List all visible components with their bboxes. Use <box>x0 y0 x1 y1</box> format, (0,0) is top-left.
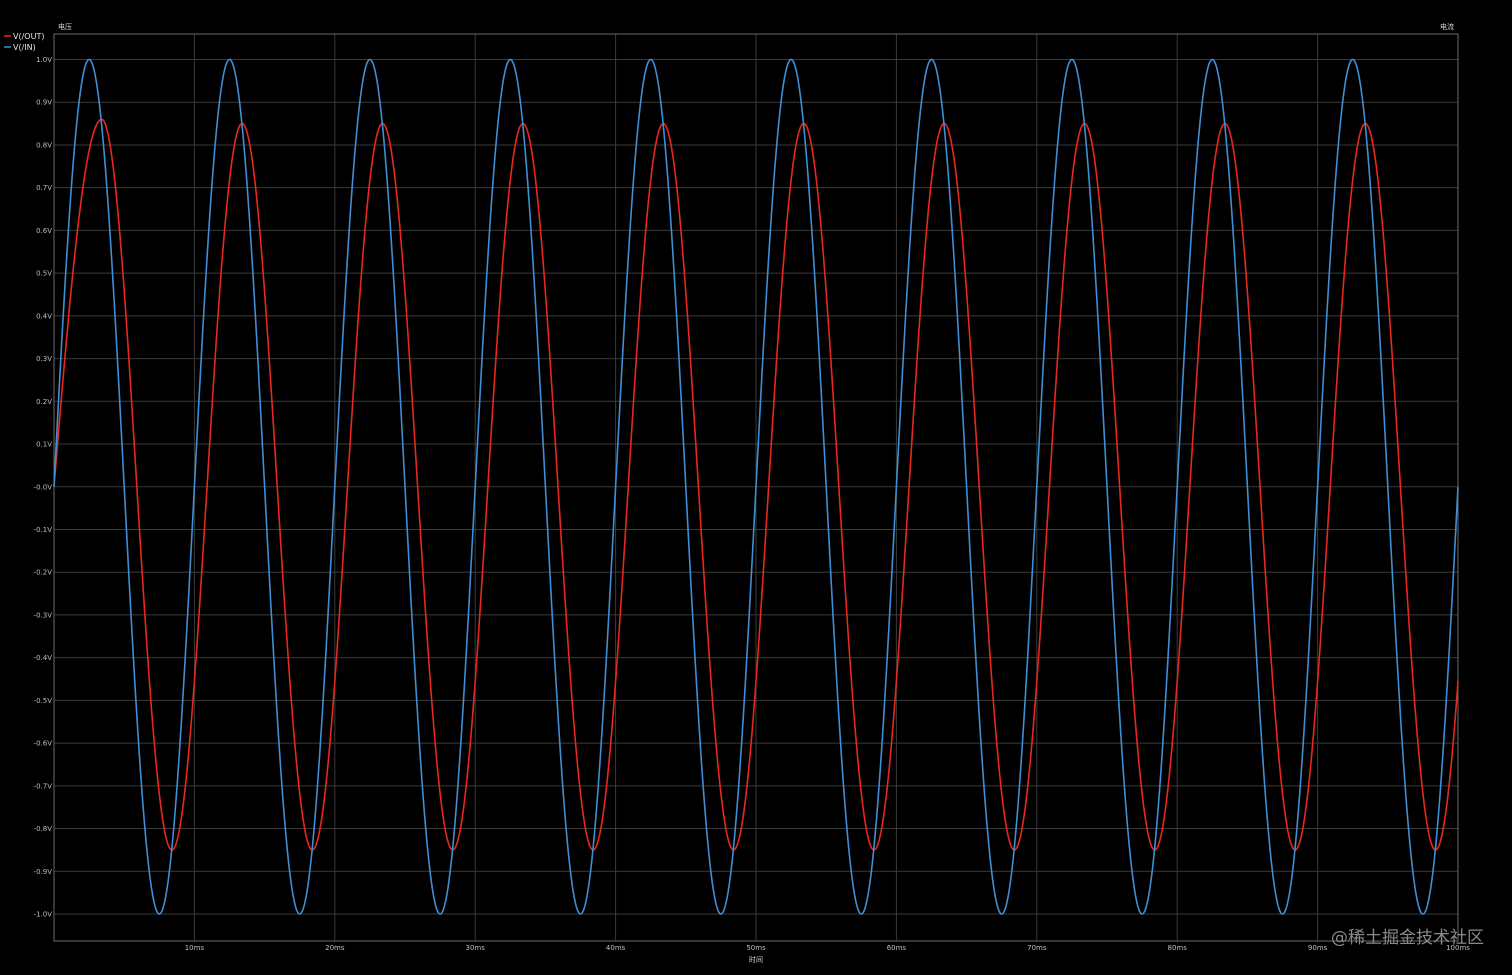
x-tick-label: 70ms <box>1027 944 1047 952</box>
x-tick-label: 50ms <box>746 944 766 952</box>
y-tick-label: -0.2V <box>34 569 53 577</box>
y-tick-label: -0.9V <box>34 868 53 876</box>
y-tick-label: 1.0V <box>36 56 52 64</box>
y-tick-label: -0.7V <box>34 782 53 790</box>
y-tick-label: -0.6V <box>34 740 53 748</box>
y-tick-label: 0.9V <box>36 99 52 107</box>
x-tick-label: 90ms <box>1308 944 1328 952</box>
y-tick-label: -0.3V <box>34 611 53 619</box>
legend-label-in: V(/IN) <box>13 43 36 52</box>
x-tick-label: 80ms <box>1168 944 1188 952</box>
y-tick-label: 0.1V <box>36 441 52 449</box>
y-tick-label: -0.4V <box>34 654 53 662</box>
y-tick-label: 0.3V <box>36 355 52 363</box>
y-axis-title: 电压 <box>58 22 72 31</box>
x-tick-label: 10ms <box>185 944 205 952</box>
legend-label-out: V(/OUT) <box>13 32 44 41</box>
y-tick-label: 0.2V <box>36 398 52 406</box>
y-tick-labels: 1.0V 0.9V 0.8V 0.7V 0.6V 0.5V 0.4V 0.3V 0.2V 0.1V… <box>34 56 53 919</box>
y-tick-label: -0.1V <box>34 526 53 534</box>
x-tick-label: 60ms <box>887 944 907 952</box>
y-tick-label: -0.5V <box>34 697 53 705</box>
y-tick-label: -0.8V <box>34 825 53 833</box>
y-tick-label: 0.7V <box>36 184 52 192</box>
x-tick-label: 20ms <box>325 944 345 952</box>
y-tick-label: 0.4V <box>36 312 52 320</box>
x-tick-label: 30ms <box>466 944 486 952</box>
y-tick-label: 0.5V <box>36 270 52 278</box>
y2-axis-title: 电流 <box>1440 22 1454 31</box>
y-tick-label: -0.0V <box>34 483 53 491</box>
y-tick-label: 0.8V <box>36 141 52 149</box>
x-axis-title: 时间 <box>749 955 763 964</box>
y-tick-label: -1.0V <box>34 911 53 919</box>
y-tick-label: 0.6V <box>36 227 52 235</box>
waveform-chart: 1.0V 0.9V 0.8V 0.7V 0.6V 0.5V 0.4V 0.3V 0.2V 0.1V… <box>0 0 1512 975</box>
watermark: @稀土掘金技术社区 <box>1331 928 1484 948</box>
x-tick-label: 40ms <box>606 944 626 952</box>
